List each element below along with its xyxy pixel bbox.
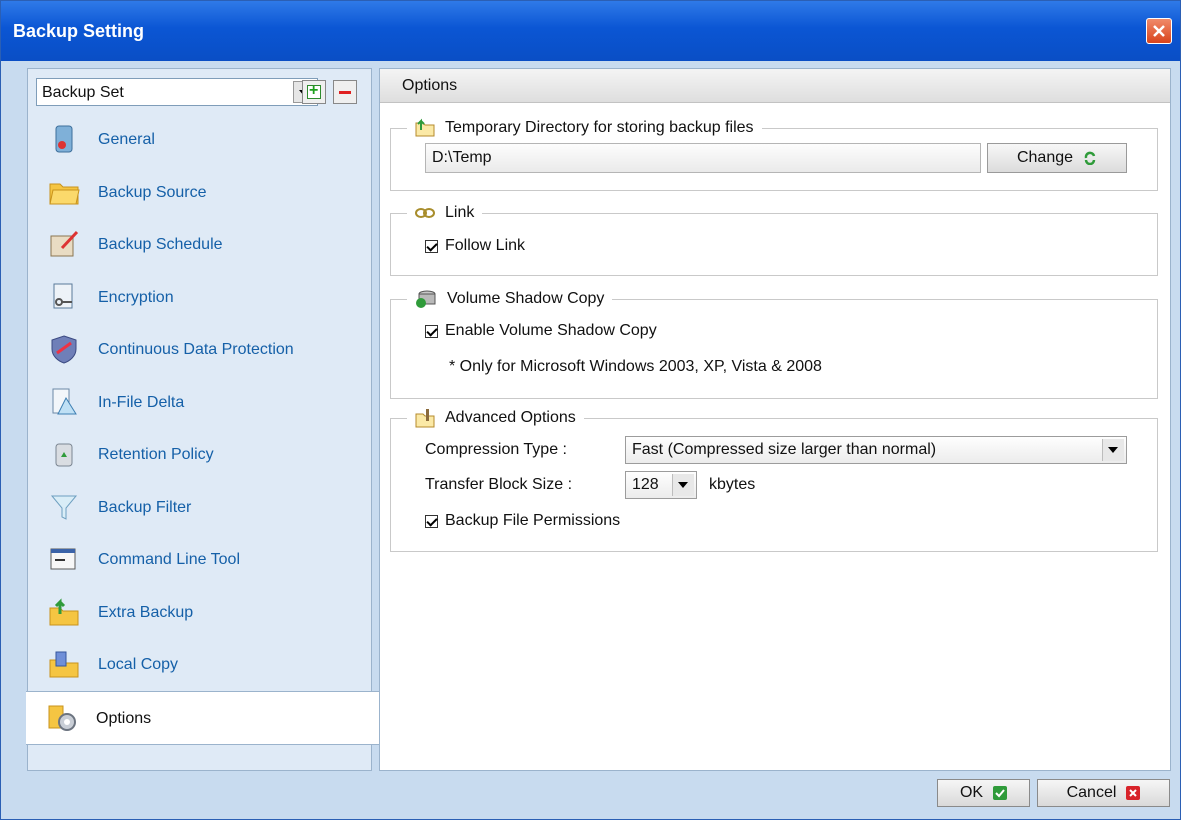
change-label: Change bbox=[1016, 149, 1074, 166]
chevron-down-icon[interactable] bbox=[1102, 439, 1124, 461]
cancel-icon bbox=[1126, 786, 1141, 800]
temp-directory-value: D:\Temp bbox=[432, 149, 492, 166]
transfer-block-size-label: Transfer Block Size : bbox=[425, 476, 573, 493]
title-bar: Backup Setting bbox=[1, 1, 1180, 61]
general-icon bbox=[55, 125, 73, 153]
encryption-icon bbox=[53, 283, 73, 308]
cancel-button[interactable]: Cancel bbox=[1037, 779, 1170, 807]
compression-type-value: Fast (Compressed size larger than normal… bbox=[632, 441, 937, 458]
close-icon bbox=[1153, 25, 1165, 37]
nav-item-backup-schedule[interactable]: Backup Schedule bbox=[28, 218, 371, 271]
settings-nav: General Backup Source Backup Schedule En… bbox=[26, 113, 381, 745]
transfer-block-size-value: 128 bbox=[632, 476, 659, 493]
temp-directory-group: Temporary Directory for storing backup f… bbox=[390, 115, 1158, 191]
panel-header: Options bbox=[380, 69, 1170, 103]
delta-icon bbox=[52, 388, 77, 414]
recycle-bin-icon bbox=[55, 443, 73, 467]
nav-label: Encryption bbox=[98, 288, 174, 306]
transfer-block-unit: kbytes bbox=[709, 476, 756, 493]
backup-setting-window: Backup Setting Backup Set + General Back… bbox=[0, 0, 1181, 820]
enable-vss-checkbox[interactable]: Enable Volume Shadow Copy bbox=[425, 322, 657, 340]
left-panel: Backup Set + General Backup Source Backu… bbox=[26, 68, 381, 771]
enable-vss-label: Enable Volume Shadow Copy bbox=[445, 322, 657, 339]
refresh-icon bbox=[1084, 151, 1096, 165]
link-icon bbox=[415, 208, 435, 218]
advanced-title: Advanced Options bbox=[445, 409, 576, 426]
nav-item-in-file-delta[interactable]: In-File Delta bbox=[28, 376, 371, 429]
compression-type-dropdown[interactable]: Fast (Compressed size larger than normal… bbox=[625, 436, 1127, 464]
nav-item-backup-filter[interactable]: Backup Filter bbox=[28, 481, 371, 534]
remove-backup-set-button[interactable] bbox=[333, 80, 357, 104]
cancel-label: Cancel bbox=[1066, 784, 1117, 801]
nav-item-general[interactable]: General bbox=[28, 113, 371, 166]
link-legend: Link bbox=[407, 200, 483, 226]
nav-label: General bbox=[98, 131, 155, 148]
close-button[interactable] bbox=[1146, 18, 1172, 44]
schedule-icon bbox=[50, 230, 79, 257]
nav-item-encryption[interactable]: Encryption bbox=[28, 271, 371, 324]
nav-label: Local Copy bbox=[98, 656, 179, 673]
temp-directory-legend: Temporary Directory for storing backup f… bbox=[407, 115, 762, 141]
temp-directory-title: Temporary Directory for storing backup f… bbox=[445, 119, 754, 136]
checkbox-checked[interactable] bbox=[425, 324, 438, 338]
nav-item-options[interactable]: Options bbox=[26, 690, 381, 745]
follow-link-checkbox[interactable]: Follow Link bbox=[425, 237, 525, 255]
nav-item-retention-policy[interactable]: Retention Policy bbox=[28, 428, 371, 481]
nav-item-extra-backup[interactable]: Extra Backup bbox=[28, 586, 371, 639]
window-title: Backup Setting bbox=[13, 21, 145, 41]
change-button[interactable]: Change bbox=[987, 143, 1127, 173]
ok-button[interactable]: OK bbox=[937, 779, 1030, 807]
plus-icon: + bbox=[309, 82, 319, 99]
nav-label: Retention Policy bbox=[98, 446, 214, 463]
transfer-block-size-dropdown[interactable]: 128 bbox=[625, 471, 697, 499]
options-icon bbox=[48, 705, 76, 731]
vss-note: * Only for Microsoft Windows 2003, XP, V… bbox=[449, 358, 822, 375]
nav-label: Extra Backup bbox=[98, 603, 194, 621]
ok-label: OK bbox=[959, 784, 984, 801]
check-icon bbox=[993, 786, 1008, 800]
nav-label: In-File Delta bbox=[98, 393, 185, 411]
advanced-legend: Advanced Options bbox=[407, 405, 584, 431]
nav-label: Options bbox=[96, 709, 152, 727]
nav-label: Continuous Data Protection bbox=[98, 341, 294, 358]
local-copy-icon bbox=[49, 651, 79, 678]
vss-title: Volume Shadow Copy bbox=[447, 290, 605, 307]
nav-item-backup-source[interactable]: Backup Source bbox=[28, 166, 371, 219]
add-backup-set-button[interactable]: + bbox=[302, 80, 326, 104]
funnel-icon bbox=[50, 495, 78, 520]
nav-label: Backup Schedule bbox=[98, 236, 223, 253]
nav-label: Command Line Tool bbox=[98, 551, 241, 568]
folder-icon bbox=[49, 183, 80, 204]
temp-directory-field[interactable]: D:\Temp bbox=[425, 143, 981, 173]
extra-backup-icon bbox=[49, 597, 79, 625]
backup-file-permissions-checkbox[interactable]: Backup File Permissions bbox=[425, 512, 620, 530]
backup-file-permissions-label: Backup File Permissions bbox=[445, 512, 621, 529]
chevron-down-icon[interactable] bbox=[672, 474, 694, 496]
nav-item-command-line-tool[interactable]: Command Line Tool bbox=[28, 533, 371, 586]
vss-legend: Volume Shadow Copy bbox=[407, 286, 613, 312]
advanced-options-icon bbox=[415, 409, 435, 428]
shadow-copy-icon bbox=[416, 290, 436, 308]
volume-shadow-copy-group: Volume Shadow Copy Enable Volume Shadow … bbox=[390, 286, 1158, 399]
shield-icon bbox=[51, 335, 77, 364]
backup-set-dropdown[interactable]: Backup Set bbox=[36, 78, 318, 106]
checkbox-checked[interactable] bbox=[425, 514, 438, 528]
nav-item-continuous-data-protection[interactable]: Continuous Data Protection bbox=[28, 323, 371, 376]
command-line-icon bbox=[50, 548, 76, 570]
folder-icon bbox=[415, 118, 435, 137]
nav-item-local-copy[interactable]: Local Copy bbox=[28, 638, 371, 691]
checkbox-checked[interactable] bbox=[425, 239, 438, 253]
nav-label: Backup Source bbox=[98, 183, 207, 201]
nav-label: Backup Filter bbox=[98, 498, 192, 516]
follow-link-label: Follow Link bbox=[445, 237, 526, 254]
advanced-options-group: Advanced Options Compression Type : Fast… bbox=[390, 405, 1158, 552]
link-group: Link Follow Link bbox=[390, 200, 1158, 276]
compression-type-label: Compression Type : bbox=[425, 441, 567, 458]
panel-title: Options bbox=[402, 77, 458, 94]
minus-icon bbox=[339, 91, 351, 94]
options-panel: Options Temporary Directory for storing … bbox=[379, 68, 1171, 771]
link-title: Link bbox=[445, 204, 475, 221]
backup-set-value: Backup Set bbox=[42, 84, 124, 101]
